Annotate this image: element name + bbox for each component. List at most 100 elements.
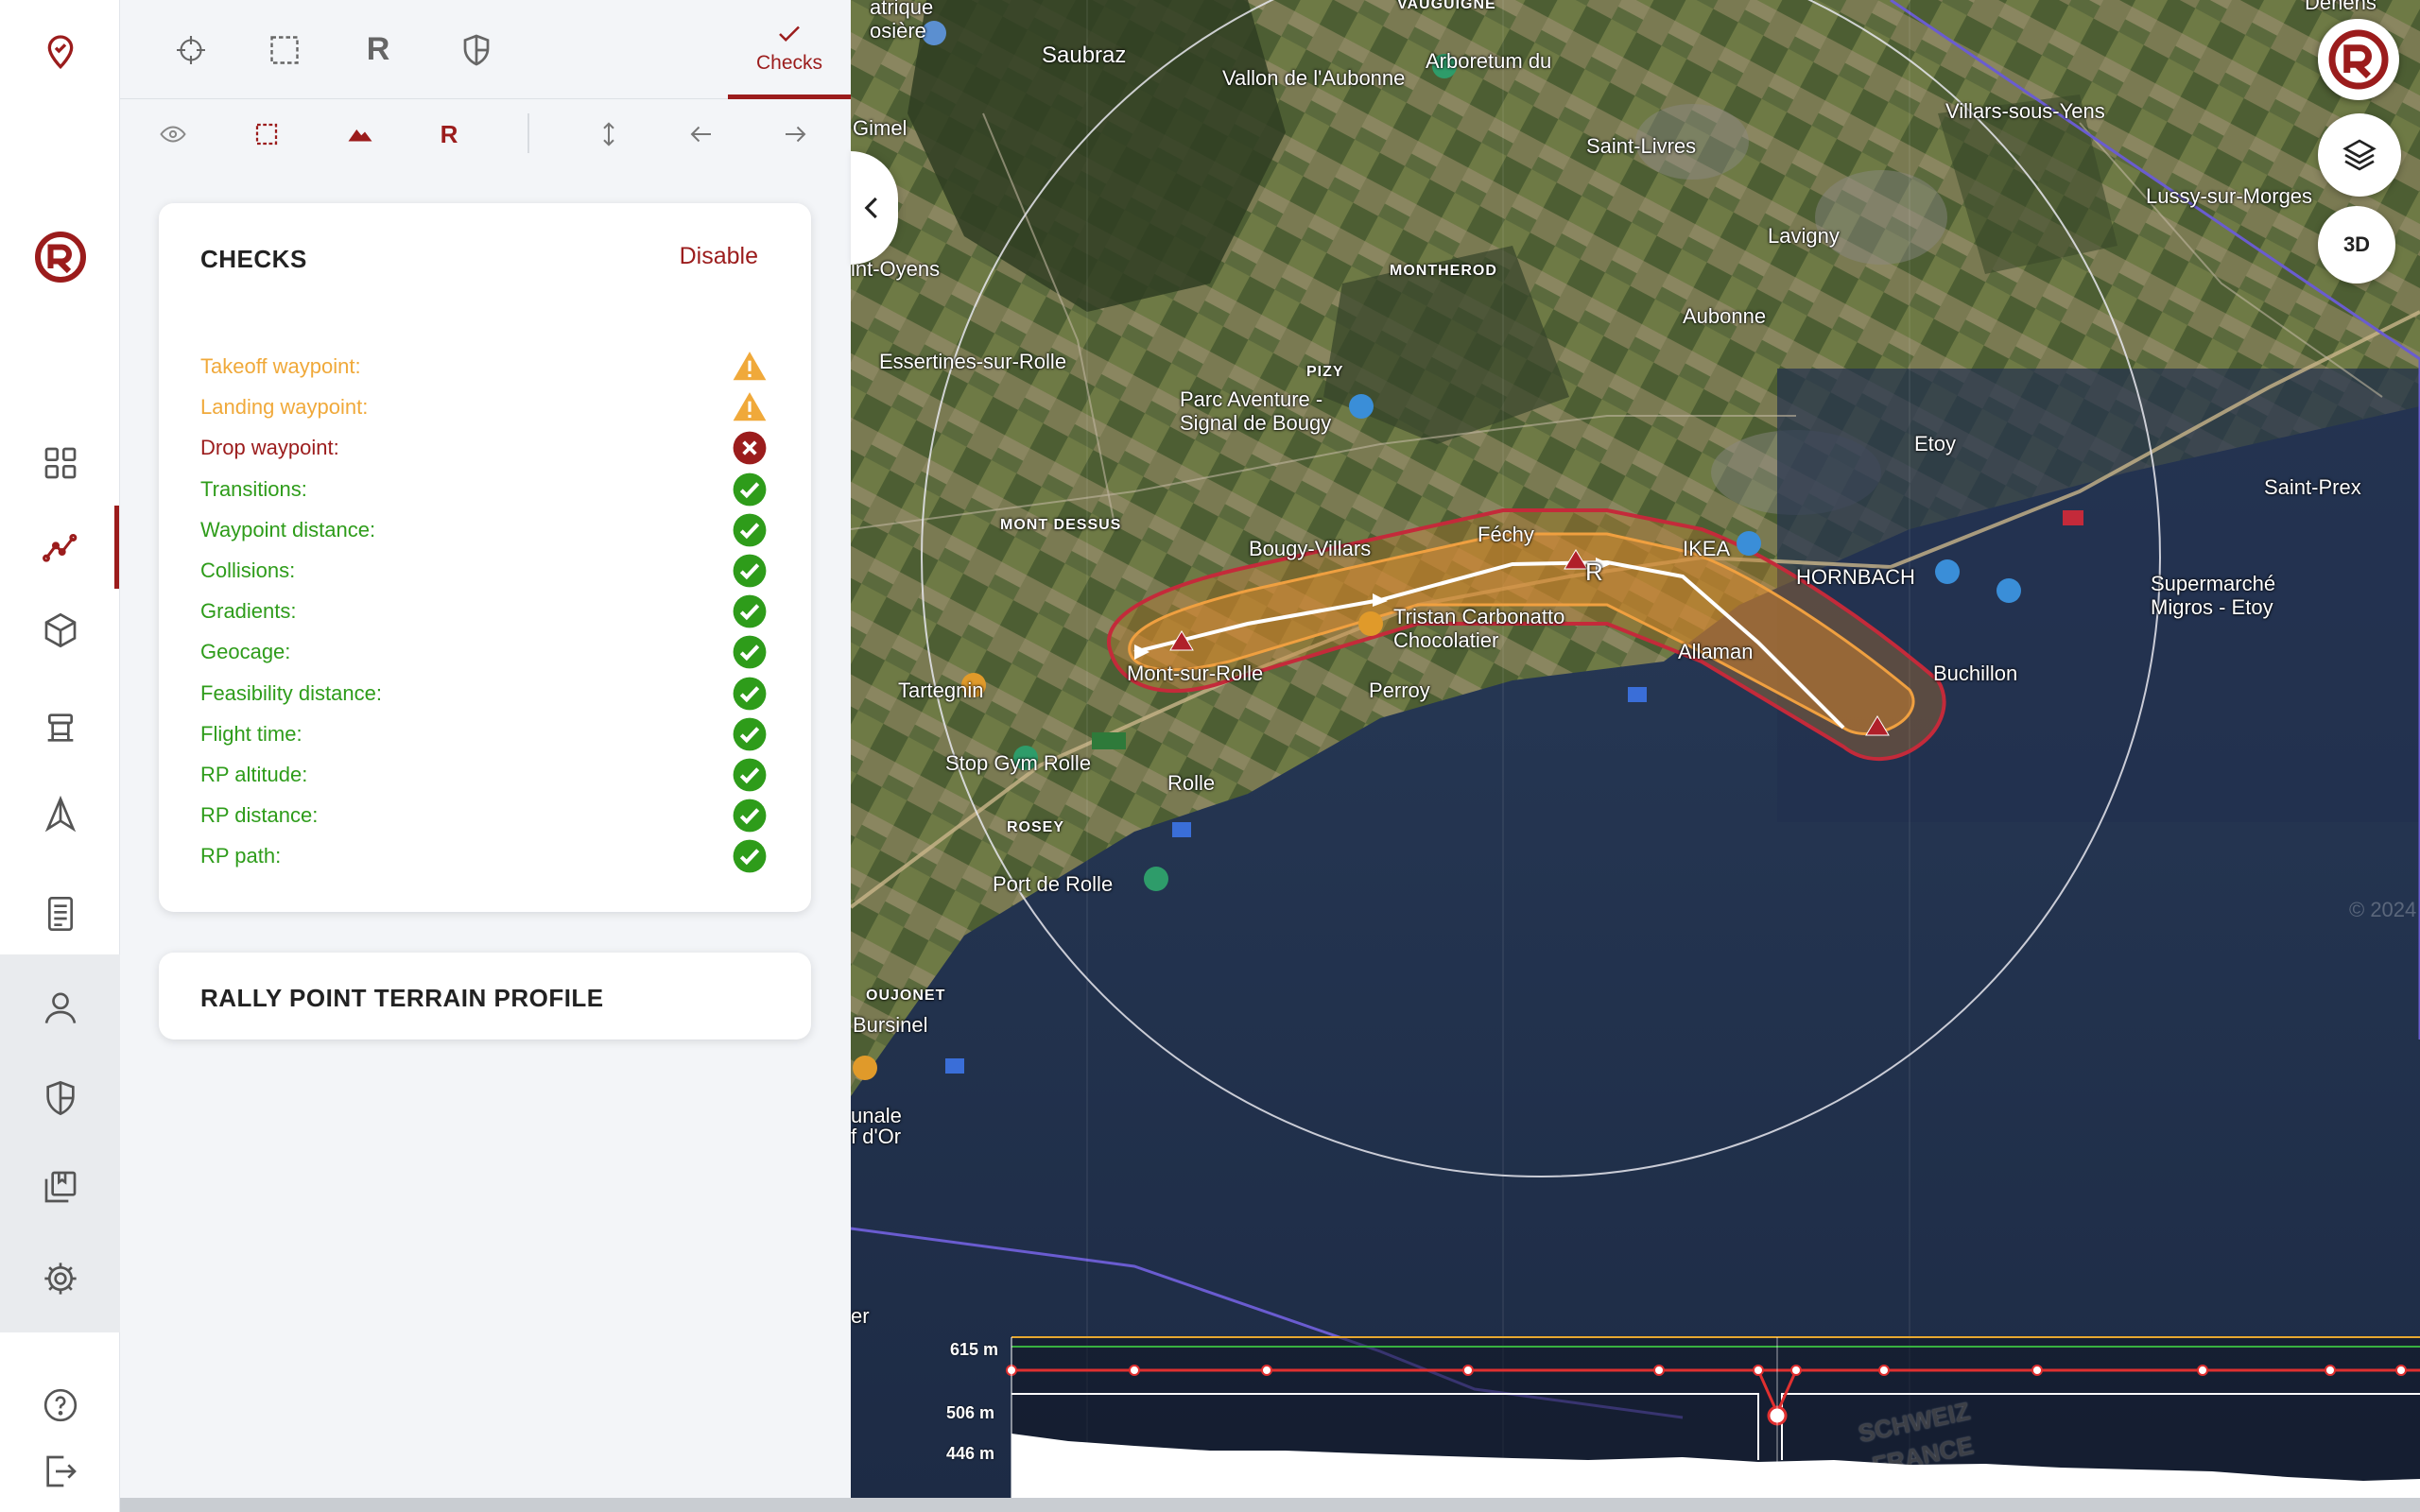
satellite-map[interactable]: atrique osière Saubraz VAUGUIGNE Arboretum d… [851,0,2420,1498]
map-place-label: © 2024 Google [2349,898,2420,921]
check-circle-icon [732,512,768,548]
arrow-left-icon [690,126,711,143]
mountain-icon [348,129,372,142]
check-label: Waypoint distance: [200,517,376,541]
map-place-label: atrique [870,0,934,19]
logout-icon[interactable] [0,1434,120,1509]
disable-checks-button[interactable]: Disable [680,243,758,270]
check-row: Collisions: [200,552,768,590]
brand-logo-icon [2328,29,2389,90]
check-label: Gradients: [200,599,297,624]
horizontal-scrollbar[interactable] [120,1498,2420,1512]
map-place-label: Buchillon [1933,662,2018,685]
map-place-label: Signal de Bougy [1180,411,1332,435]
3d-label: 3D [2342,232,2371,256]
map-place-label: ROSEY [1007,819,1065,835]
drone-icon[interactable] [0,690,120,765]
undo-button[interactable] [681,113,722,155]
tab-checks[interactable]: Checks [728,0,851,99]
settings-gear-icon[interactable] [0,1241,120,1316]
dashboard-icon[interactable] [0,425,120,501]
map-place-label: Perroy [1369,679,1430,702]
check-label: RP distance: [200,803,319,828]
checkmark-icon [779,26,800,43]
map-place-label: Etoy [1914,432,1957,455]
check-row: Gradients: [200,593,768,630]
route-panel: R Checks R CHECKS Disable Takeoff waypoi… [120,0,851,1498]
map-place-label: MONTHEROD [1390,263,1497,279]
check-row: Takeoff waypoint: [200,348,768,386]
altitude-button[interactable] [588,113,630,155]
rally-toggle[interactable]: R [428,113,470,155]
check-label: Feasibility distance: [200,680,382,705]
navigation-arrow-icon[interactable] [0,777,120,852]
map-place-label: HORNBACH [1796,565,1915,589]
altitude-label-top: 615 m [950,1340,999,1359]
check-row: Flight time: [200,715,768,753]
map-place-label: Tartegnin [898,679,984,702]
selection-icon [255,123,278,146]
eye-icon [160,126,186,143]
check-label: Flight time: [200,721,302,746]
check-label: Drop waypoint: [200,436,339,460]
crosshair-icon [177,35,205,64]
tab-waypoints[interactable] [139,0,243,99]
rally-terrain-profile-card[interactable]: RALLY POINT TERRAIN PROFILE [159,953,811,1040]
tab-safety[interactable] [424,0,528,99]
cube-icon[interactable] [0,593,120,668]
check-row: RP altitude: [200,756,768,794]
map-place-label: Bougy-Villars [1249,537,1372,560]
flight-routes-icon[interactable] [0,509,120,585]
sub-toolbar: R [120,100,851,166]
check-row: Waypoint distance: [200,511,768,549]
check-row: Landing waypoint: [200,388,768,426]
rally-point-marker[interactable]: R [1585,558,1603,587]
navigation-rail [0,0,120,1512]
help-icon[interactable] [0,1367,120,1443]
map-place-label: Supermarché [2151,572,2276,595]
visibility-toggle[interactable] [152,113,194,155]
map-place-label: Saint-Livres [1586,134,1697,158]
shield-icon [463,34,490,65]
rally-point-label: R [440,119,458,148]
terrain-toggle[interactable] [339,113,381,155]
shield-icon[interactable] [0,1060,120,1136]
check-label: RP altitude: [200,763,308,786]
tab-rally-points[interactable]: R [326,0,430,99]
map-place-label: VAUGUIGNE [1397,0,1496,12]
checks-title: CHECKS [200,245,307,273]
check-label: RP path: [200,844,282,868]
map-place-label: Allaman [1678,640,1754,663]
geofence-toggle[interactable] [246,113,287,155]
layers-button[interactable] [2318,113,2401,197]
3d-toggle-button[interactable]: 3D [2318,206,2395,284]
check-circle-icon [732,472,768,507]
check-circle-icon [732,553,768,589]
map-place-label: osière [870,19,926,43]
arrow-right-icon [786,126,806,143]
account-avatar[interactable] [2318,19,2399,100]
user-icon[interactable] [0,970,120,1045]
map-imagery [851,0,2420,1498]
map-place-label: Rolle [1167,771,1216,795]
toolbar-divider [527,113,529,153]
map-place-label: Essertines-sur-Rolle [879,350,1067,373]
map-place-label: Féchy [1478,523,1534,546]
check-label: Geocage: [200,640,291,664]
check-circle-icon [732,676,768,712]
redo-button[interactable] [774,113,816,155]
check-label: Transitions: [200,476,307,501]
terrain-profile-chart [1006,1336,2420,1498]
checks-card: CHECKS Disable Takeoff waypoint: Landing … [159,203,811,912]
tab-geofence[interactable] [233,0,337,99]
location-pin-logo-icon[interactable] [0,13,120,89]
document-icon[interactable] [0,876,120,952]
map-place-label: Parc Aventure - [1180,387,1323,411]
warning-icon [732,349,768,385]
map-place-label: Bursinel [853,1013,928,1037]
layers-icon [2342,139,2377,171]
library-icon[interactable] [0,1149,120,1225]
map-place-label: IKEA [1683,537,1731,560]
tab-bar: R Checks [120,0,851,99]
altitude-label-low: 446 m [946,1444,995,1463]
